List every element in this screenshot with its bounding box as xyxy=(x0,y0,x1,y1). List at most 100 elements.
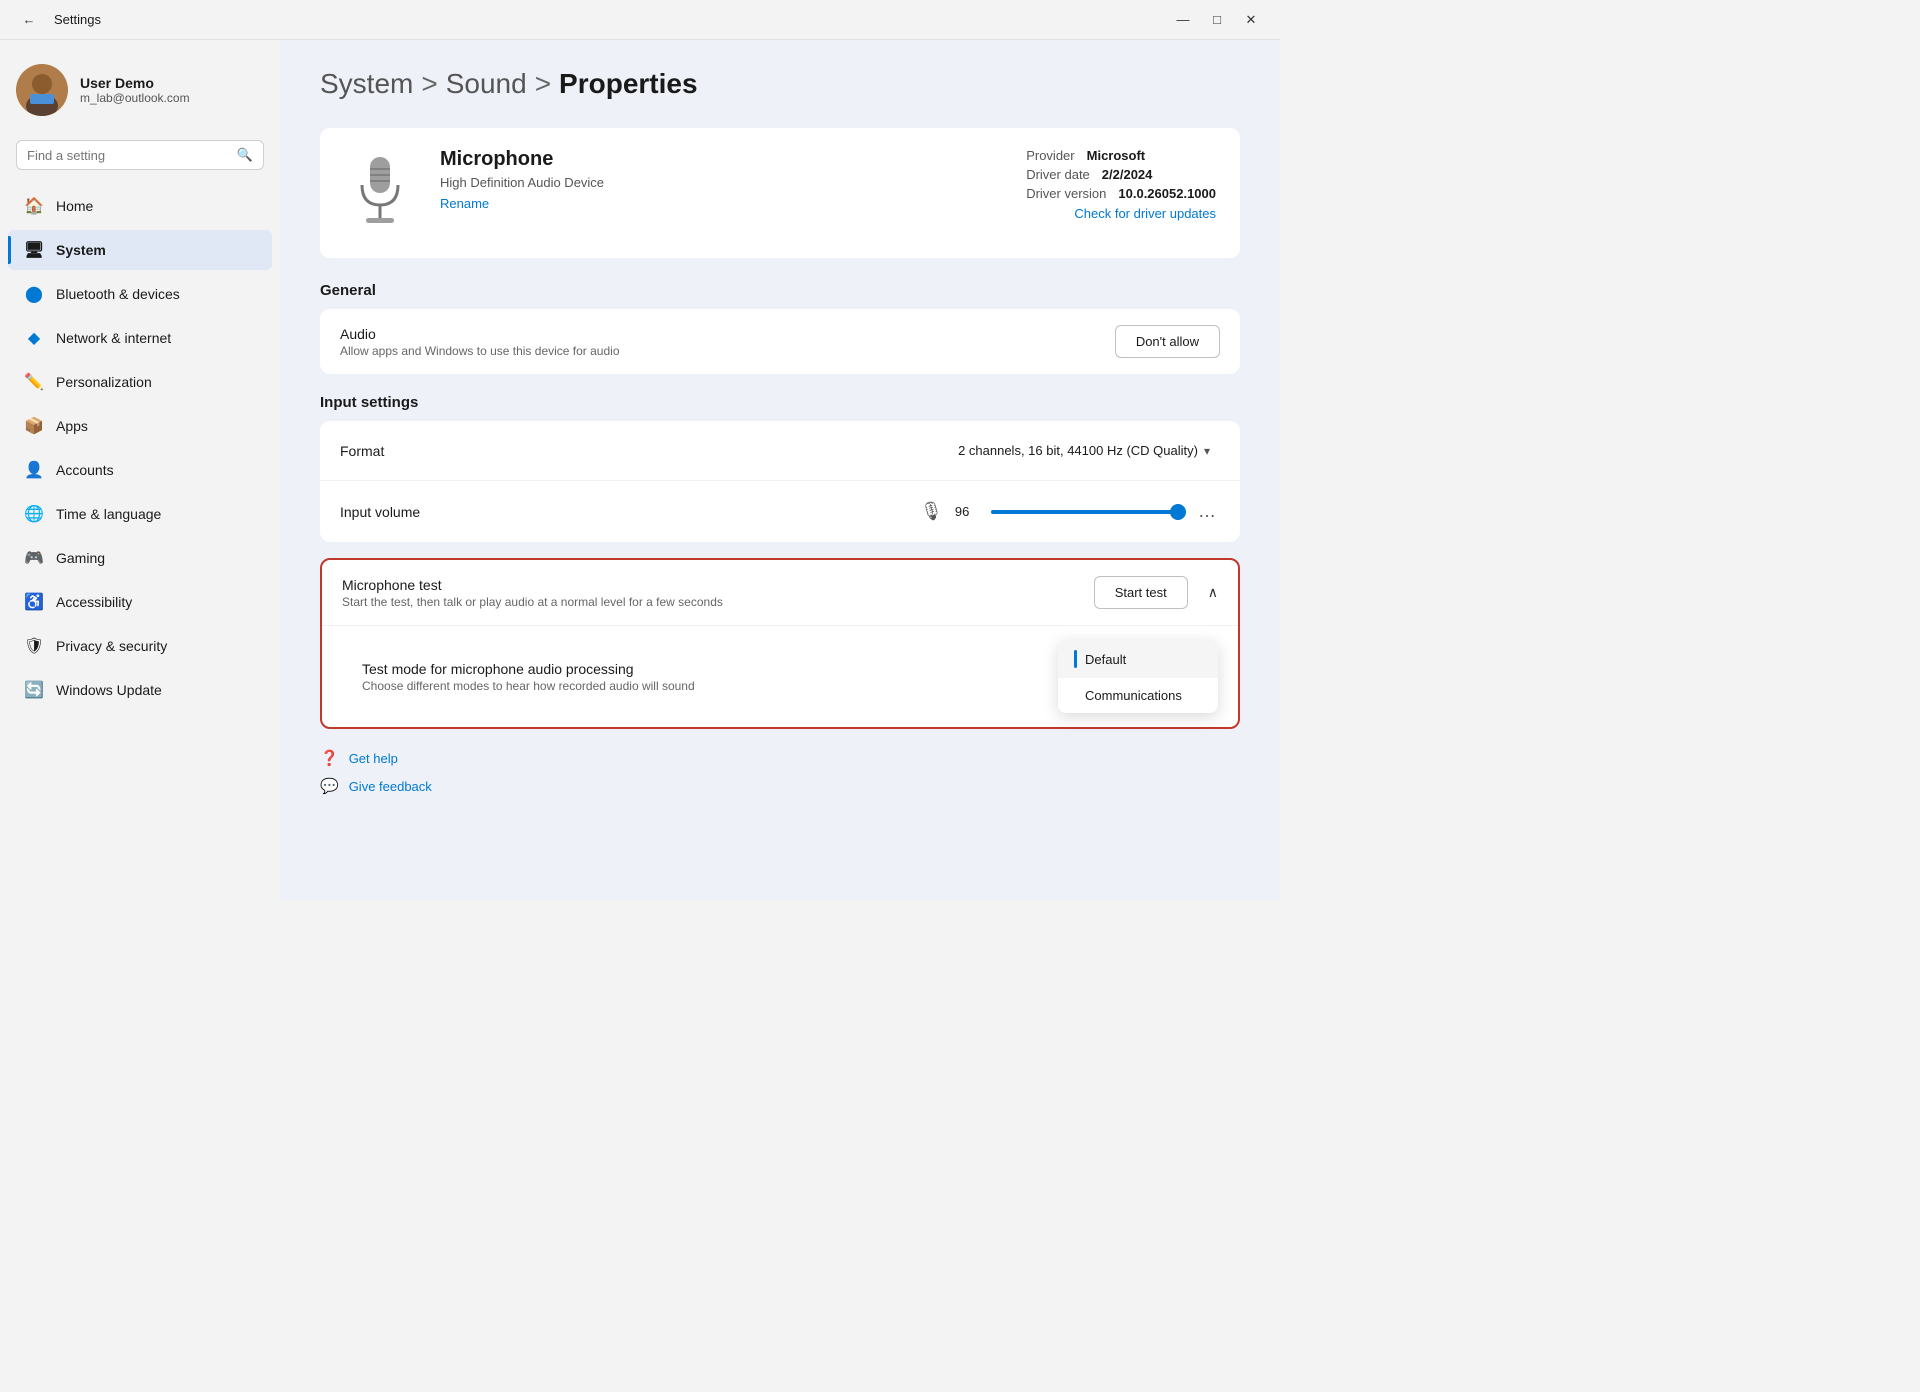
format-select[interactable]: 2 channels, 16 bit, 44100 Hz (CD Quality… xyxy=(948,437,1220,464)
device-info: Microphone High Definition Audio Device … xyxy=(440,148,1002,211)
bluetooth-icon: ⬤ xyxy=(24,284,44,304)
close-button[interactable]: ✕ xyxy=(1236,8,1266,32)
breadcrumb-system[interactable]: System xyxy=(320,68,413,100)
driver-date-value: 2/2/2024 xyxy=(1102,167,1153,182)
search-box[interactable]: 🔍 xyxy=(16,140,264,170)
breadcrumb-current: Properties xyxy=(559,68,698,100)
maximize-button[interactable]: □ xyxy=(1202,8,1232,32)
dropdown-item-label: Communications xyxy=(1085,688,1182,703)
general-section-title: General xyxy=(320,282,1240,299)
sidebar-item-gaming[interactable]: 🎮 Gaming xyxy=(8,538,272,578)
driver-version-label: Driver version xyxy=(1026,186,1106,201)
home-icon: 🏠 xyxy=(24,196,44,216)
audio-row: Audio Allow apps and Windows to use this… xyxy=(320,309,1240,374)
sidebar-item-label: Personalization xyxy=(56,374,152,390)
volume-label: Input volume xyxy=(340,504,908,520)
more-options-icon[interactable]: … xyxy=(1194,497,1220,526)
format-row: Format 2 channels, 16 bit, 44100 Hz (CD … xyxy=(320,421,1240,481)
sidebar-item-privacy[interactable]: 🛡 Privacy & security xyxy=(8,626,272,666)
sidebar-item-label: Accounts xyxy=(56,462,114,478)
sidebar-item-label: Network & internet xyxy=(56,330,171,346)
get-help-link[interactable]: ❓ Get help xyxy=(320,749,1240,767)
feedback-label: Give feedback xyxy=(349,779,432,794)
audio-subtitle: Allow apps and Windows to use this devic… xyxy=(340,344,1103,358)
mic-test-subtitle: Start the test, then talk or play audio … xyxy=(342,595,1082,609)
sidebar-item-accessibility[interactable]: ♿ Accessibility xyxy=(8,582,272,622)
back-button[interactable]: ← xyxy=(14,8,44,32)
user-email: m_lab@outlook.com xyxy=(80,91,190,105)
device-subtitle: High Definition Audio Device xyxy=(440,175,1002,190)
dropdown-item-label: Default xyxy=(1085,652,1126,667)
dropdown-menu: Default Communications xyxy=(1058,640,1218,713)
format-title: Format xyxy=(340,443,936,459)
format-value: 2 channels, 16 bit, 44100 Hz (CD Quality… xyxy=(958,443,1198,458)
mic-test-section: Microphone test Start the test, then tal… xyxy=(320,558,1240,729)
mic-test-label: Microphone test Start the test, then tal… xyxy=(342,577,1082,609)
dropdown-item-default[interactable]: Default xyxy=(1058,640,1218,678)
volume-value: 96 xyxy=(955,504,979,519)
system-icon: 🖥 xyxy=(24,240,44,260)
format-label: Format xyxy=(340,443,936,459)
sidebar-item-personalization[interactable]: ✏️ Personalization xyxy=(8,362,272,402)
audio-label: Audio Allow apps and Windows to use this… xyxy=(340,326,1103,358)
personalization-icon: ✏️ xyxy=(24,372,44,392)
driver-date-label: Driver date xyxy=(1026,167,1090,182)
title-bar: ← Settings — □ ✕ xyxy=(0,0,1280,40)
feedback-link[interactable]: 💬 Give feedback xyxy=(320,777,1240,795)
sidebar-item-accounts[interactable]: 👤 Accounts xyxy=(8,450,272,490)
feedback-icon: 💬 xyxy=(320,777,339,795)
accounts-icon: 👤 xyxy=(24,460,44,480)
device-name: Microphone xyxy=(440,148,1002,171)
start-test-button[interactable]: Start test xyxy=(1094,576,1188,609)
volume-title: Input volume xyxy=(340,504,908,520)
sidebar-item-system[interactable]: 🖥 System xyxy=(8,230,272,270)
chevron-up-icon[interactable]: ∧ xyxy=(1208,584,1218,601)
user-info: User Demo m_lab@outlook.com xyxy=(80,75,190,105)
device-rename-link[interactable]: Rename xyxy=(440,196,1002,211)
sidebar-item-label: Gaming xyxy=(56,550,105,566)
sub-subtitle: Choose different modes to hear how recor… xyxy=(362,679,1046,693)
sidebar-item-apps[interactable]: 📦 Apps xyxy=(8,406,272,446)
input-settings-card: Format 2 channels, 16 bit, 44100 Hz (CD … xyxy=(320,421,1240,542)
main-content: System > Sound > Properties xyxy=(280,40,1280,900)
device-card: Microphone High Definition Audio Device … xyxy=(320,128,1240,258)
user-profile: User Demo m_lab@outlook.com xyxy=(0,56,280,132)
volume-slider[interactable] xyxy=(991,510,1182,514)
driver-version-value: 10.0.26052.1000 xyxy=(1118,186,1216,201)
search-icon: 🔍 xyxy=(237,147,253,163)
sidebar-item-update[interactable]: 🔄 Windows Update xyxy=(8,670,272,710)
microphone-icon: 🎙 xyxy=(920,501,943,522)
general-card: Audio Allow apps and Windows to use this… xyxy=(320,309,1240,374)
footer-links: ❓ Get help 💬 Give feedback xyxy=(320,749,1240,795)
breadcrumb-sound[interactable]: Sound xyxy=(446,68,527,100)
sidebar-item-label: Time & language xyxy=(56,506,161,522)
provider-label: Provider xyxy=(1026,148,1074,163)
minimize-button[interactable]: — xyxy=(1168,8,1198,32)
avatar xyxy=(16,64,68,116)
chevron-down-icon: ▾ xyxy=(1204,444,1210,458)
accessibility-icon: ♿ xyxy=(24,592,44,612)
app-title: Settings xyxy=(54,12,101,27)
input-settings-title: Input settings xyxy=(320,394,1240,411)
check-driver-link[interactable]: Check for driver updates xyxy=(1074,206,1216,221)
sidebar-item-time[interactable]: 🌐 Time & language xyxy=(8,494,272,534)
volume-fill xyxy=(991,510,1174,514)
sidebar-item-bluetooth[interactable]: ⬤ Bluetooth & devices xyxy=(8,274,272,314)
sub-title: Test mode for microphone audio processin… xyxy=(362,661,1046,677)
dropdown-item-communications[interactable]: Communications xyxy=(1058,678,1218,713)
device-icon xyxy=(344,148,416,238)
sidebar-item-label: Bluetooth & devices xyxy=(56,286,180,302)
volume-thumb xyxy=(1170,504,1186,520)
network-icon: ◆ xyxy=(24,328,44,348)
get-help-label: Get help xyxy=(349,751,398,766)
provider-value: Microsoft xyxy=(1087,148,1146,163)
gaming-icon: 🎮 xyxy=(24,548,44,568)
user-name: User Demo xyxy=(80,75,190,91)
search-input[interactable] xyxy=(27,148,229,163)
sidebar-item-label: Home xyxy=(56,198,93,214)
dont-allow-button[interactable]: Don't allow xyxy=(1115,325,1220,358)
volume-controls: 🎙 96 … xyxy=(920,497,1220,526)
breadcrumb: System > Sound > Properties xyxy=(320,68,1240,100)
sidebar-item-home[interactable]: 🏠 Home xyxy=(8,186,272,226)
sidebar-item-network[interactable]: ◆ Network & internet xyxy=(8,318,272,358)
